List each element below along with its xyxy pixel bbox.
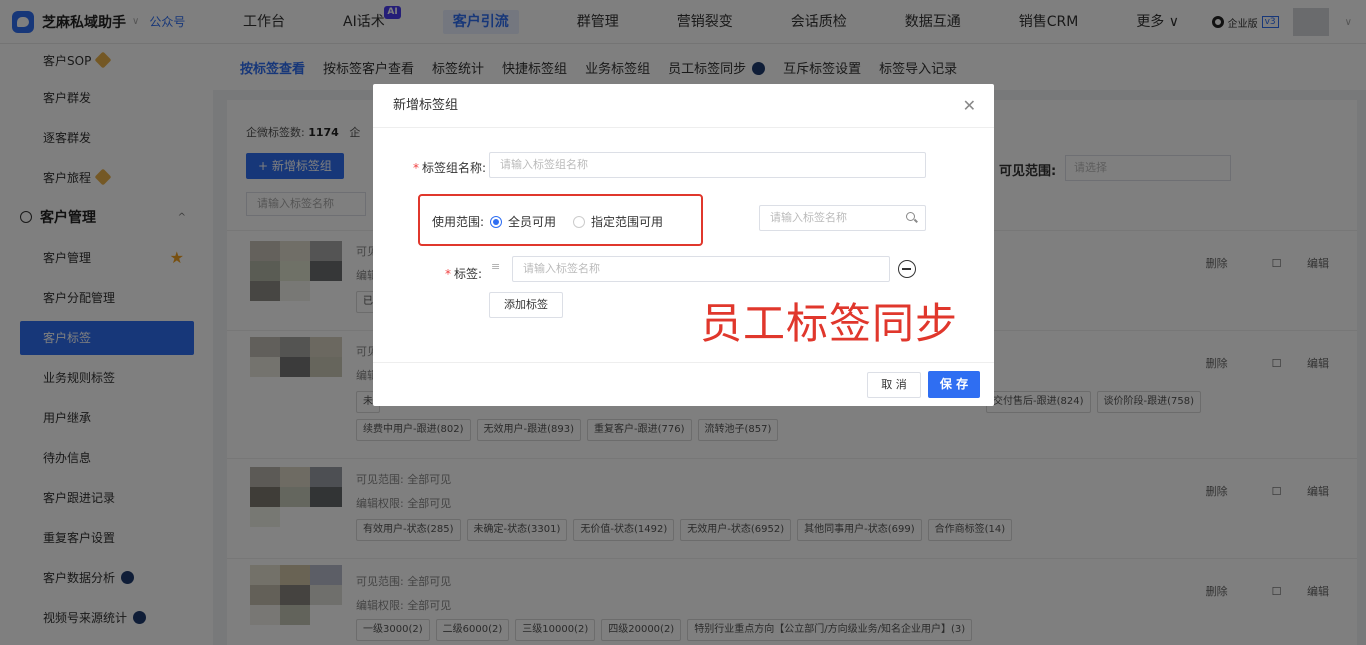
radio-unchecked-icon <box>573 216 585 228</box>
scope-label: 使用范围: <box>432 215 485 229</box>
radio-checked-icon <box>490 216 502 228</box>
tag-label: * 标签: <box>445 267 483 281</box>
remove-circle-icon[interactable] <box>898 260 916 278</box>
drag-handle-icon[interactable]: ≡ <box>491 260 500 273</box>
tag-search-input[interactable]: 请输入标签名称 <box>759 205 926 231</box>
save-button[interactable]: 保 存 <box>928 371 980 398</box>
dialog-header: 新增标签组 ✕ <box>373 84 994 128</box>
annotation-text: 员工标签同步 <box>700 299 959 348</box>
close-icon[interactable]: ✕ <box>963 84 976 128</box>
group-name-label: * 标签组名称: <box>413 161 487 175</box>
dialog-footer <box>373 362 994 363</box>
tag-name-input[interactable]: 请输入标签名称 <box>512 256 890 282</box>
dialog-title: 新增标签组 <box>393 98 459 113</box>
cancel-button[interactable]: 取 消 <box>867 372 921 398</box>
group-name-input[interactable]: 请输入标签组名称 <box>489 152 926 178</box>
search-icon <box>906 212 915 221</box>
new-tag-group-dialog: 新增标签组 ✕ * 标签组名称: 请输入标签组名称 使用范围: 全员可用 指定范围… <box>373 84 994 406</box>
scope-custom-radio[interactable]: 指定范围可用 <box>573 213 663 230</box>
add-tag-button[interactable]: 添加标签 <box>489 292 563 318</box>
scope-all-radio[interactable]: 全员可用 <box>490 213 556 230</box>
